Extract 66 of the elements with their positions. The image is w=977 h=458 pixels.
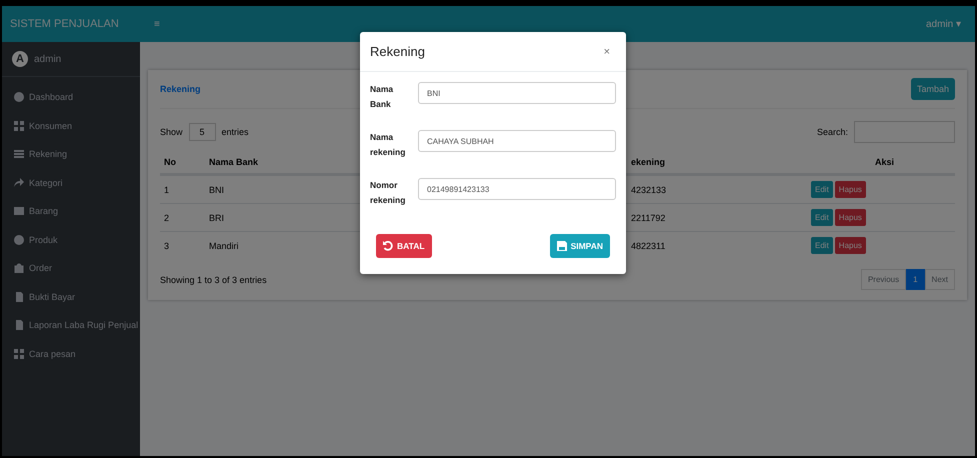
delete-button[interactable]: Hapus [834, 181, 866, 198]
column-header[interactable]: Aksi [875, 157, 894, 167]
table-cell: BNI [209, 184, 224, 194]
show-label: Show [160, 127, 183, 137]
sidebar-item[interactable]: Order [2, 254, 140, 282]
delete-button[interactable]: Hapus [834, 237, 866, 254]
cancel-button[interactable]: BATAL [376, 234, 432, 258]
input-field[interactable]: 02149891423133 [418, 178, 616, 200]
close-button[interactable]: × [598, 44, 616, 58]
previous-button[interactable]: Previous [860, 269, 906, 290]
table-cell: 4822311 [631, 240, 666, 250]
table-cell: 4232133 [631, 184, 666, 194]
avatar-icon: A [12, 51, 28, 67]
field-label: Nomor rekening [370, 179, 406, 207]
save-button[interactable]: SIMPAN [550, 234, 610, 258]
field-label: Nama Bank [370, 83, 394, 111]
table-cell: 2 [164, 212, 170, 222]
sidebar-item[interactable]: Dashboard [2, 83, 140, 112]
search-field[interactable] [854, 121, 955, 143]
edit-button[interactable]: Edit [811, 237, 833, 254]
delete-button[interactable]: Hapus [834, 209, 866, 226]
document-icon [14, 320, 24, 330]
search-label: Search: [816, 127, 848, 137]
column-header[interactable]: ekening [631, 157, 666, 167]
input-field[interactable]: CAHAYA SUBHAH [418, 130, 616, 152]
sidebar-item[interactable]: Laporan Laba Rugi Penjual [2, 311, 140, 340]
column-header[interactable]: No [164, 157, 176, 167]
add-button[interactable]: Tambah [910, 78, 955, 100]
share-icon [14, 178, 24, 188]
sidebar-item[interactable]: Cara pesan [2, 340, 140, 368]
edit-button[interactable]: Edit [811, 181, 833, 198]
input-field[interactable]: BNI [418, 82, 616, 104]
entries-select[interactable]: 5 [188, 123, 216, 141]
user-menu[interactable]: admin ▾ [920, 17, 967, 31]
grid-icon [14, 120, 24, 131]
table-cell: Mandiri [209, 240, 239, 250]
circle-icon [14, 92, 24, 102]
page-button[interactable]: 1 [906, 269, 925, 290]
sidebar-item[interactable]: Produk [2, 226, 140, 254]
next-button[interactable]: Next [924, 269, 955, 290]
sidebar-item[interactable]: Konsumen [2, 112, 140, 140]
undo-icon [383, 241, 393, 251]
circle-icon [14, 234, 24, 245]
document-icon [14, 292, 24, 302]
list-icon [14, 149, 24, 160]
field-label: Nama rekening [370, 131, 406, 159]
entries-label: entries [222, 127, 249, 137]
column-header[interactable]: Nama Bank [209, 157, 258, 167]
table-cell: BRI [209, 212, 224, 222]
user-name: admin [34, 54, 62, 64]
table-cell: 3 [164, 240, 170, 250]
sidebar-item[interactable]: Rekening [2, 140, 140, 168]
square-icon [14, 206, 24, 216]
grid-icon [14, 348, 24, 359]
sidebar-item[interactable]: Bukti Bayar [2, 282, 140, 311]
table-cell: 1 [164, 184, 170, 194]
edit-button[interactable]: Edit [811, 209, 833, 226]
sidebar-item[interactable]: Barang [2, 197, 140, 226]
card-title[interactable]: Rekening [160, 84, 201, 94]
sidebar-item[interactable]: Kategori [2, 168, 140, 197]
table-cell: 2211792 [631, 212, 666, 222]
table-info: Showing 1 to 3 of 3 entries [160, 274, 267, 284]
menu-button[interactable]: ≡ [148, 18, 166, 30]
bag-icon [14, 263, 24, 274]
brand-title: SISTEM PENJUALAN [2, 6, 140, 42]
modal-title: Rekening [370, 44, 425, 59]
